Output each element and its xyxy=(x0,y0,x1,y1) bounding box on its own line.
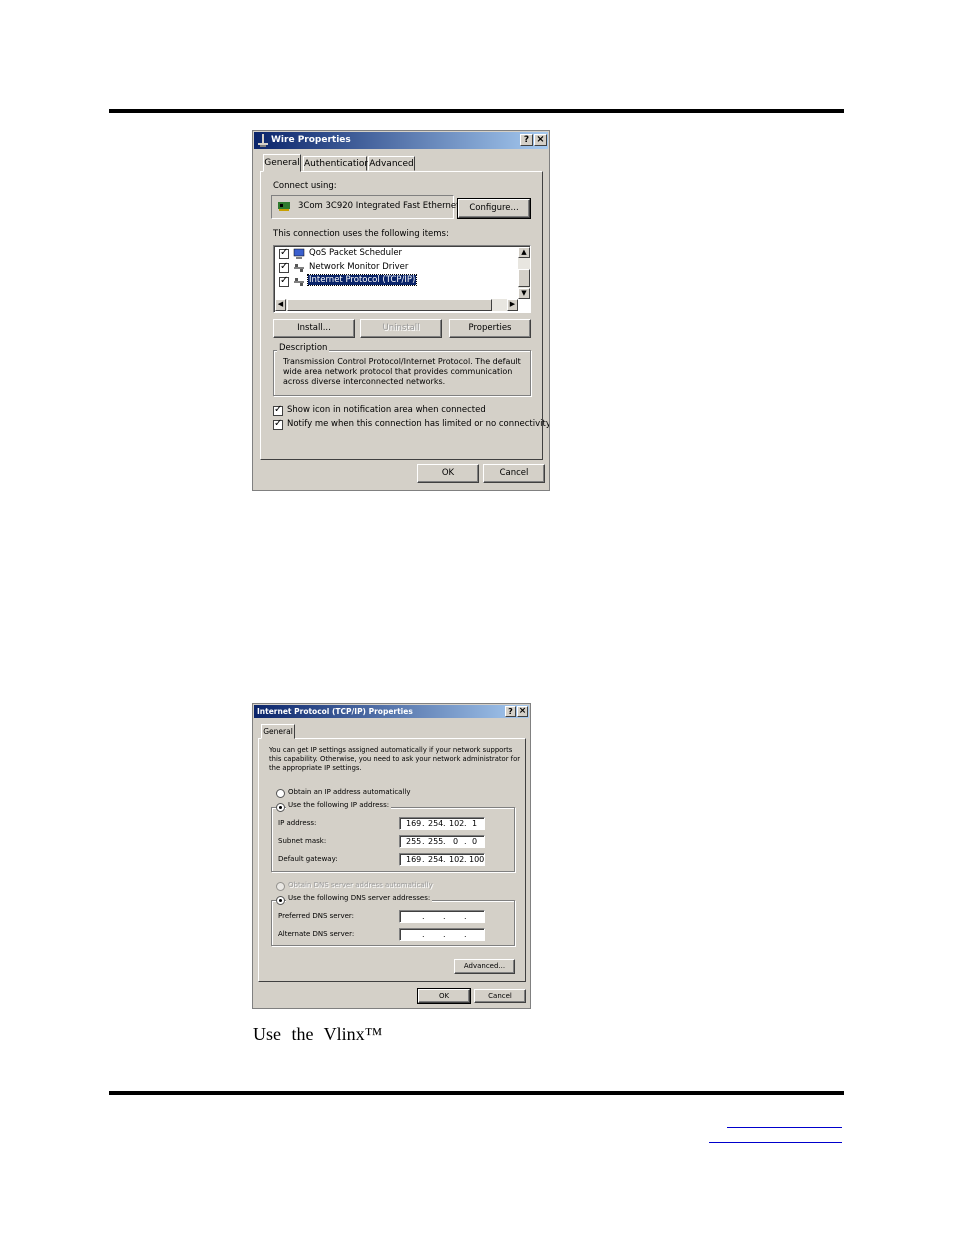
intro-line-1: You can get IP settings assigned automat… xyxy=(269,746,513,754)
alternate-dns-field[interactable]: ... xyxy=(399,928,485,941)
show-icon-label: Show icon in notification area when conn… xyxy=(287,405,486,415)
protocol-icon xyxy=(294,278,304,286)
intro-line-3: the appropriate IP settings. xyxy=(269,764,362,772)
notify-checkbox[interactable] xyxy=(273,418,283,430)
subnet-mask-field[interactable]: 255. 255. 0. 0 xyxy=(399,835,485,848)
adapter-box: 3Com 3C920 Integrated Fast Ethernet xyxy=(271,195,459,219)
properties-button[interactable]: Properties xyxy=(449,319,531,338)
default-gateway-label: Default gateway: xyxy=(278,855,338,863)
close-button[interactable]: × xyxy=(517,706,528,717)
footer-link-underline-1[interactable] xyxy=(727,1127,842,1128)
network-driver-icon xyxy=(294,264,304,272)
item-label: QoS Packet Scheduler xyxy=(309,248,403,258)
show-icon-checkbox[interactable] xyxy=(273,404,283,416)
description-label: Description xyxy=(277,343,330,353)
obtain-dns-radio[interactable] xyxy=(276,882,285,891)
configure-button[interactable]: Configure... xyxy=(457,198,531,219)
horizontal-scrollbar[interactable]: ◀ ▶ xyxy=(275,299,518,311)
vertical-scrollbar[interactable]: ▲ ▼ xyxy=(518,247,530,299)
body-text: Use the Vlinx™ xyxy=(253,1024,383,1044)
install-button[interactable]: Install... xyxy=(273,319,355,338)
components-list[interactable]: QoS Packet Scheduler Network Monitor Dri… xyxy=(273,245,531,313)
list-item[interactable]: Network Monitor Driver xyxy=(275,261,515,275)
tcpip-titlebar: Internet Protocol (TCP/IP) Properties ? … xyxy=(254,705,529,718)
list-item[interactable]: QoS Packet Scheduler xyxy=(275,247,515,261)
hscroll-thumb[interactable] xyxy=(287,299,492,311)
intro-line-2: this capability. Otherwise, you need to … xyxy=(269,755,521,763)
header-rule xyxy=(109,109,844,113)
item-checkbox[interactable] xyxy=(279,275,289,287)
preferred-dns-field[interactable]: ... xyxy=(399,910,485,923)
wire-title: Wire Properties xyxy=(271,135,351,145)
use-dns-label: Use the following DNS server addresses: xyxy=(286,894,433,902)
tab-general[interactable]: General xyxy=(263,154,301,172)
use-dns-radio[interactable] xyxy=(276,896,285,905)
obtain-dns-label: Obtain DNS server address automatically xyxy=(288,881,433,889)
ip-address-field[interactable]: 169. 254. 102. 1 xyxy=(399,817,485,830)
network-connection-icon xyxy=(258,134,268,147)
cancel-button[interactable]: Cancel xyxy=(474,989,526,1003)
list-item[interactable]: Internet Protocol (TCP/IP) xyxy=(275,274,515,289)
ok-button[interactable]: OK xyxy=(417,464,479,483)
scheduler-icon xyxy=(293,248,305,259)
wire-titlebar: Wire Properties ? × xyxy=(254,132,548,149)
obtain-ip-label: Obtain an IP address automatically xyxy=(288,788,411,796)
help-button[interactable]: ? xyxy=(520,134,533,146)
items-label: This connection uses the following items… xyxy=(273,229,449,239)
uninstall-button[interactable]: Uninstall xyxy=(360,319,442,338)
item-label: Network Monitor Driver xyxy=(309,262,409,272)
use-ip-radio[interactable] xyxy=(276,803,285,812)
ip-address-label: IP address: xyxy=(278,819,317,827)
connect-using-label: Connect using: xyxy=(273,181,337,191)
subnet-mask-label: Subnet mask: xyxy=(278,837,327,845)
obtain-ip-radio[interactable] xyxy=(276,789,285,798)
scroll-right-icon[interactable]: ▶ xyxy=(507,299,518,311)
default-gateway-field[interactable]: 169. 254. 102. 100 xyxy=(399,853,485,866)
scroll-thumb[interactable] xyxy=(518,269,530,287)
footer-rule xyxy=(109,1091,844,1095)
advanced-button[interactable]: Advanced... xyxy=(454,959,515,974)
alternate-dns-label: Alternate DNS server: xyxy=(278,930,355,938)
scroll-up-icon[interactable]: ▲ xyxy=(518,247,530,258)
description-line-1: Transmission Control Protocol/Internet P… xyxy=(283,357,521,366)
description-line-2: wide area network protocol that provides… xyxy=(283,367,513,376)
scroll-down-icon[interactable]: ▼ xyxy=(518,288,530,299)
footer-link-underline-2[interactable] xyxy=(709,1142,842,1143)
tcpip-properties-dialog: Internet Protocol (TCP/IP) Properties ? … xyxy=(252,703,531,1009)
tab-advanced[interactable]: Advanced xyxy=(368,156,415,171)
use-ip-label: Use the following IP address: xyxy=(286,801,392,809)
item-checkbox[interactable] xyxy=(279,261,289,273)
description-line-3: across diverse interconnected networks. xyxy=(283,377,446,386)
tab-general[interactable]: General xyxy=(261,724,295,739)
notify-label: Notify me when this connection has limit… xyxy=(287,419,550,429)
preferred-dns-label: Preferred DNS server: xyxy=(278,912,355,920)
wire-properties-dialog: Wire Properties ? × General Authenticati… xyxy=(252,130,550,491)
scroll-left-icon[interactable]: ◀ xyxy=(275,299,286,311)
item-checkbox[interactable] xyxy=(279,247,289,259)
cancel-button[interactable]: Cancel xyxy=(483,464,545,483)
tcpip-title: Internet Protocol (TCP/IP) Properties xyxy=(257,707,413,716)
item-label-selected: Internet Protocol (TCP/IP) xyxy=(306,274,418,286)
ok-button[interactable]: OK xyxy=(417,988,471,1004)
adapter-name: 3Com 3C920 Integrated Fast Ethernet xyxy=(298,201,460,211)
network-card-icon xyxy=(278,202,290,211)
tab-authentication[interactable]: Authentication xyxy=(303,156,370,171)
close-button[interactable]: × xyxy=(534,134,547,146)
help-button[interactable]: ? xyxy=(505,706,516,717)
